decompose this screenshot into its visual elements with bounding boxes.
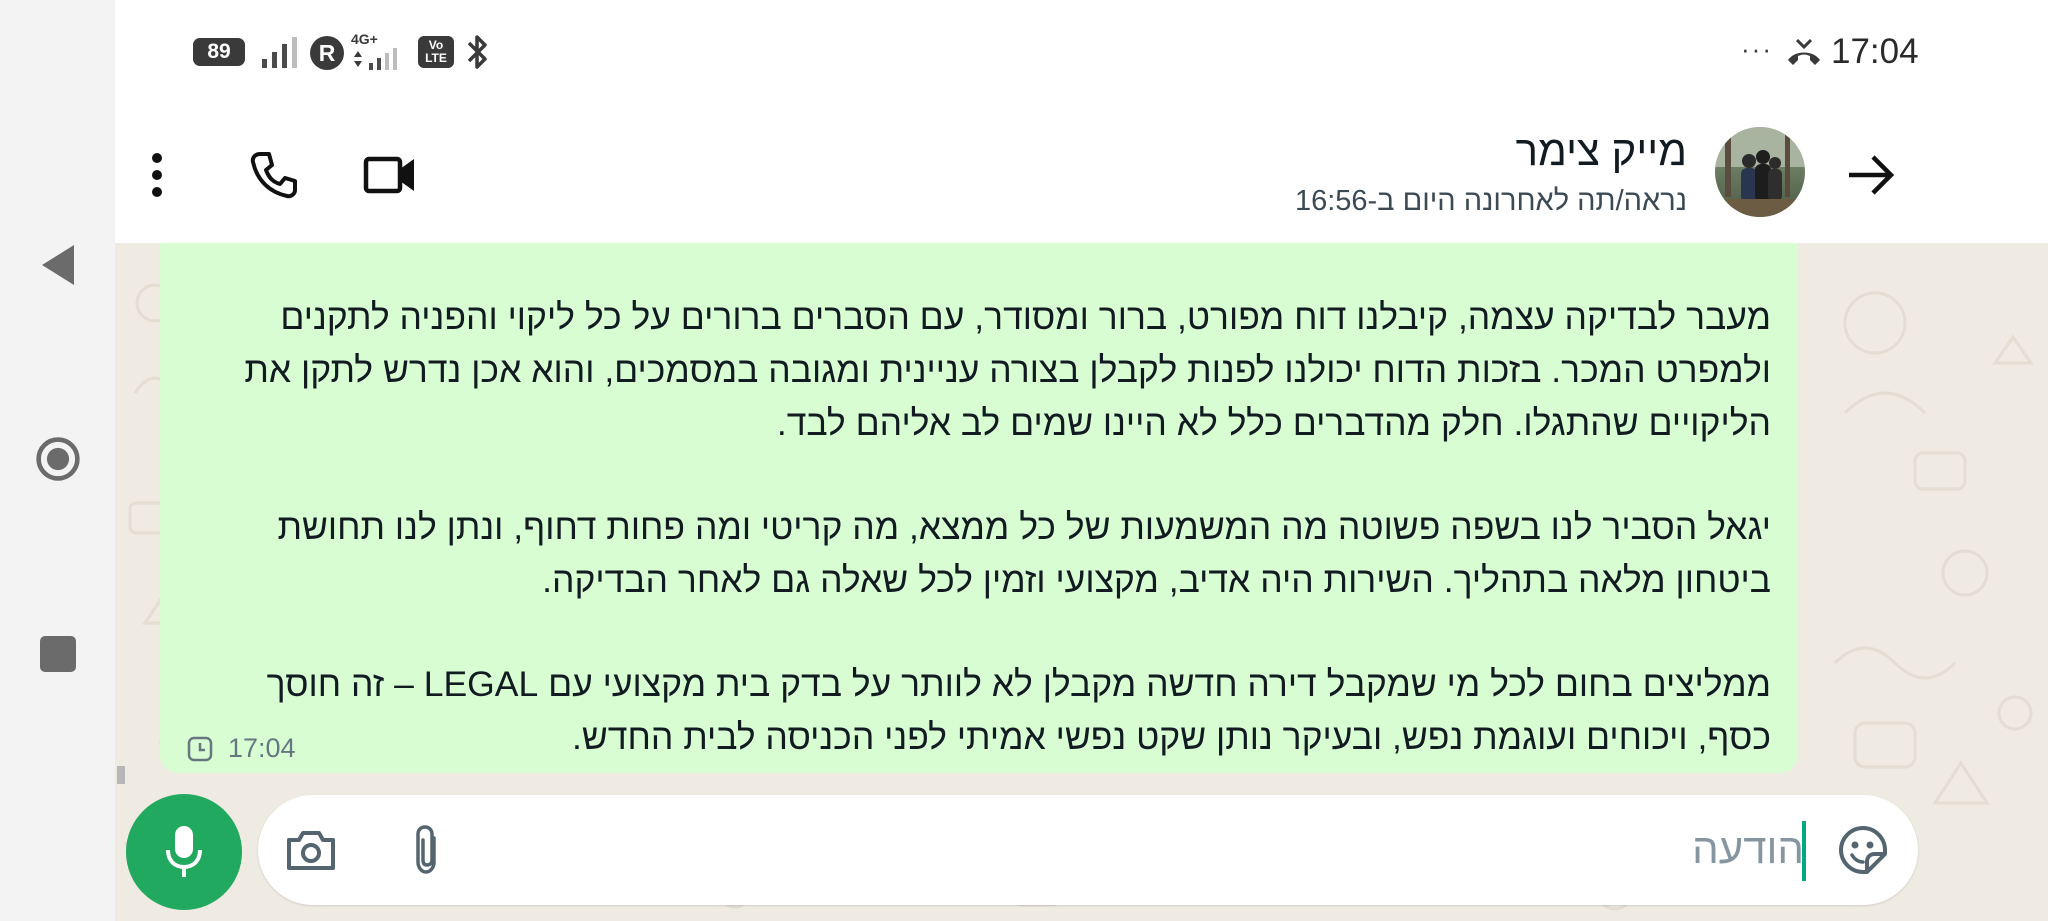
camera-icon <box>287 831 335 870</box>
mobile-data-icon <box>354 48 397 70</box>
recents-nav-icon[interactable] <box>34 630 82 678</box>
battery-level: 89 <box>207 40 231 63</box>
chat-header: מייק צימר נראה/תה לאחרונה היום ב-16:56 <box>115 105 2048 243</box>
message-paragraph: יגאל הסביר לנו בשפה פשוטה מה המשמעות של … <box>277 507 1771 600</box>
roaming-label: R <box>318 39 336 66</box>
whatsapp-chat-screen: 89 R 4G+ Vo LTE ··· 17:04 מייק צימר נראה… <box>115 0 2048 921</box>
message-input[interactable]: הודעה <box>1692 825 1804 873</box>
last-seen-status: נראה/תה לאחרונה היום ב-16:56 <box>1294 185 1687 217</box>
phone-icon <box>250 152 297 199</box>
message-composer[interactable]: הודעה <box>258 795 1918 905</box>
microphone-icon <box>166 826 202 877</box>
arrow-back-icon <box>1849 155 1895 195</box>
battery-indicator: 89 <box>193 38 245 66</box>
message-meta: 17:04 <box>186 733 296 764</box>
contact-avatar[interactable] <box>1715 127 1805 217</box>
overflow-menu-button[interactable] <box>137 145 177 205</box>
more-vertical-icon <box>152 153 162 197</box>
video-camera-icon <box>363 156 414 194</box>
attach-button[interactable] <box>405 821 449 879</box>
voice-call-button[interactable] <box>244 145 304 205</box>
more-notifications-indicator: ··· <box>1741 34 1773 64</box>
paperclip-icon <box>416 825 436 874</box>
message-time: 17:04 <box>228 733 296 763</box>
missed-call-icon <box>1788 38 1820 65</box>
sticker-icon <box>1839 826 1887 874</box>
network-type-label: 4G+ <box>351 31 378 47</box>
message-text: מעבר לבדיקה עצמה, קיבלנו דוח מפורט, ברור… <box>201 291 1771 764</box>
home-nav-icon[interactable] <box>34 435 82 483</box>
voice-message-button[interactable] <box>126 794 242 910</box>
pending-clock-icon <box>187 736 213 761</box>
text-cursor <box>1802 821 1806 881</box>
signal-icon <box>262 37 297 68</box>
camera-button[interactable] <box>282 823 340 877</box>
message-paragraph: ממליצים בחום לכל מי שמקבל דירה חדשה מקבל… <box>266 664 1771 757</box>
clock: 17:04 <box>1831 32 1919 71</box>
message-paragraph: מעבר לבדיקה עצמה, קיבלנו דוח מפורט, ברור… <box>244 297 1771 443</box>
contact-name[interactable]: מייק צימר <box>1516 127 1687 175</box>
roaming-badge: R <box>310 36 344 70</box>
avatar-photo <box>1715 127 1805 217</box>
sticker-button[interactable] <box>1835 822 1891 878</box>
video-call-button[interactable] <box>360 147 420 203</box>
scroll-indicator <box>117 766 125 784</box>
volte-label: Vo LTE <box>425 38 447 65</box>
back-button[interactable] <box>1841 145 1901 205</box>
system-nav-bar <box>0 0 115 921</box>
status-bar: 89 R 4G+ Vo LTE ··· 17:04 <box>115 0 2048 105</box>
bluetooth-icon <box>467 35 487 69</box>
message-bubble[interactable]: מעבר לבדיקה עצמה, קיבלנו דוח מפורט, ברור… <box>160 243 1798 773</box>
back-nav-icon[interactable] <box>34 241 82 289</box>
volte-badge: Vo LTE <box>418 36 454 68</box>
